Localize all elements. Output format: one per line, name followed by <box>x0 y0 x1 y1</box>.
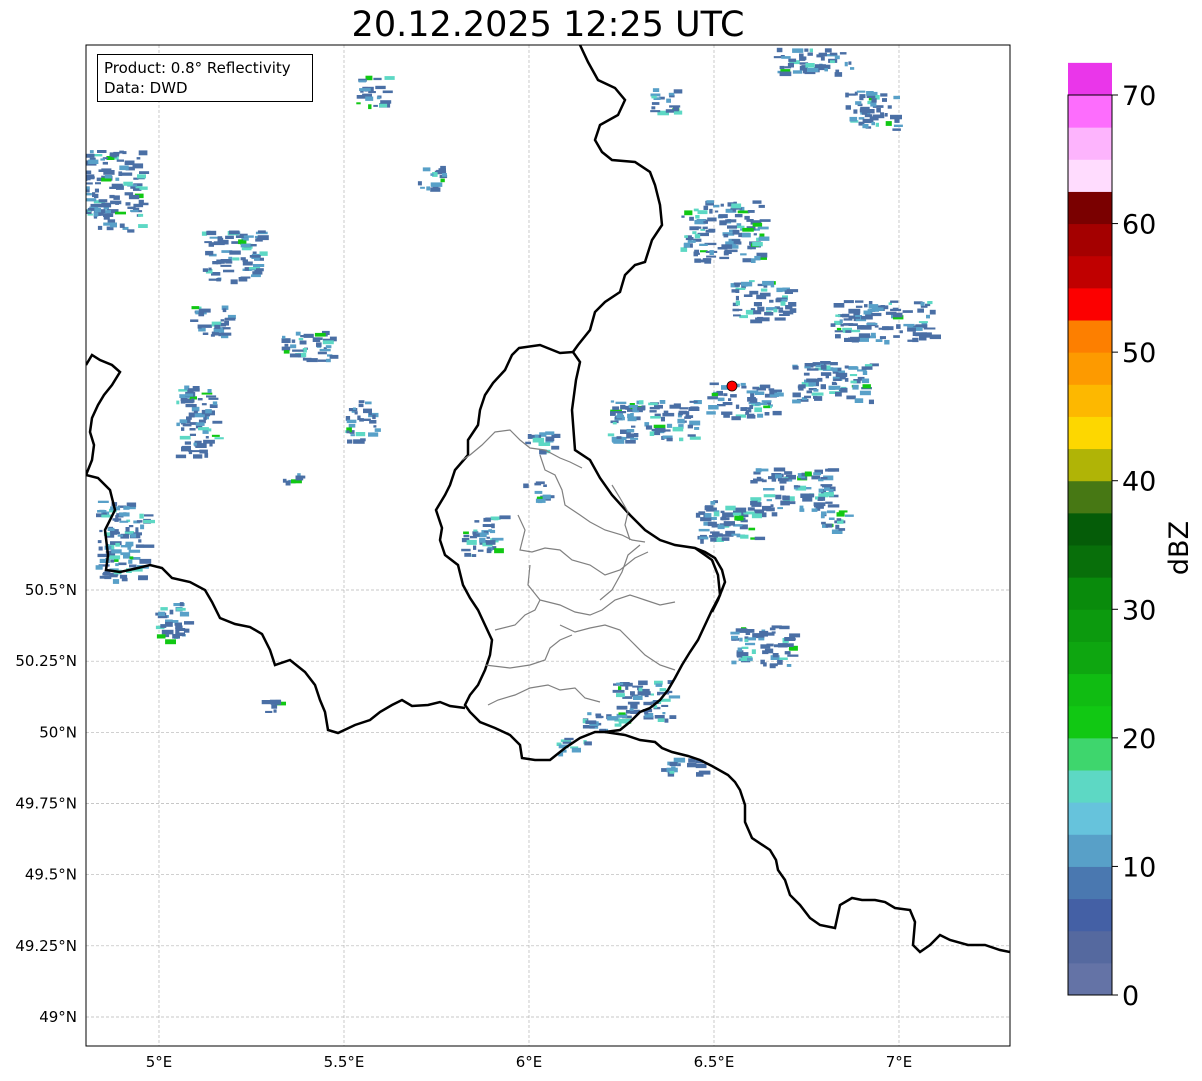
product-text: Product: 0.8° Reflectivity <box>104 59 291 77</box>
colorbar-segment <box>1068 191 1112 225</box>
plot-area[interactable] <box>86 45 1010 1046</box>
colorbar-segment <box>1068 545 1112 578</box>
colorbar-segment <box>1068 384 1112 417</box>
colorbar-segment <box>1068 866 1112 900</box>
colorbar-tick-label: 10 <box>1122 852 1156 883</box>
lon-tick-label: 5.5°E <box>324 1053 365 1071</box>
colorbar-segment <box>1068 834 1112 867</box>
colorbar-label: dBZ <box>1164 521 1195 575</box>
lon-tick-label: 6.5°E <box>694 1053 735 1071</box>
radar-site-marker <box>726 380 738 392</box>
colorbar-tick-label: 20 <box>1122 724 1156 755</box>
lat-tick-label: 49.75°N <box>15 794 77 812</box>
colorbar-segment <box>1068 352 1112 385</box>
lon-tick-label: 6°E <box>516 1053 543 1071</box>
colorbar-segment <box>1068 480 1112 514</box>
colorbar-segment <box>1068 641 1112 675</box>
data-source-text: Data: DWD <box>104 79 188 97</box>
radar-map: 5°E 5.5°E 6°E 6.5°E 7°E 50.5°N 50.25°N 50°N 49.7… <box>15 44 1195 1071</box>
lat-tick-label: 49°N <box>39 1008 77 1026</box>
colorbar-segment <box>1068 512 1112 546</box>
colorbar-segment <box>1068 159 1112 192</box>
lat-tick-label: 50°N <box>39 723 77 741</box>
colorbar-segment <box>1068 127 1112 160</box>
colorbar-segment <box>1068 673 1112 707</box>
colorbar-segment <box>1068 962 1112 996</box>
colorbar: 0 10 20 30 40 50 60 70 <box>1067 62 1156 1012</box>
colorbar-segment <box>1068 609 1112 642</box>
colorbar-tick-label: 70 <box>1122 81 1156 112</box>
colorbar-segment <box>1068 95 1112 128</box>
colorbar-segment <box>1068 62 1112 96</box>
colorbar-segment <box>1068 577 1112 610</box>
colorbar-tick-label: 30 <box>1122 595 1156 626</box>
colorbar-segment <box>1068 898 1112 932</box>
lat-tick-label: 49.5°N <box>25 866 77 884</box>
colorbar-tick-label: 40 <box>1122 467 1156 498</box>
colorbar-segment <box>1068 737 1112 771</box>
info-box: Product: 0.8° Reflectivity Data: DWD <box>97 54 313 102</box>
colorbar-segment <box>1068 287 1112 321</box>
colorbar-segment <box>1068 770 1112 803</box>
colorbar-segment <box>1068 705 1112 739</box>
lat-tick-label: 50.25°N <box>15 652 77 670</box>
lat-tick-label: 49.25°N <box>15 937 77 955</box>
lon-tick-label: 5°E <box>146 1053 173 1071</box>
colorbar-tick-label: 50 <box>1122 338 1156 369</box>
colorbar-segment <box>1068 930 1112 964</box>
lon-tick-label: 7°E <box>886 1053 913 1071</box>
colorbar-segment <box>1068 320 1112 353</box>
lat-tick-label: 50.5°N <box>25 581 77 599</box>
colorbar-segment <box>1068 223 1112 257</box>
colorbar-segment <box>1068 802 1112 835</box>
colorbar-tick-label: 0 <box>1122 981 1139 1012</box>
colorbar-segment <box>1068 416 1112 450</box>
colorbar-segment <box>1068 448 1112 482</box>
colorbar-tick-label: 60 <box>1122 210 1156 241</box>
colorbar-segment <box>1068 255 1112 289</box>
